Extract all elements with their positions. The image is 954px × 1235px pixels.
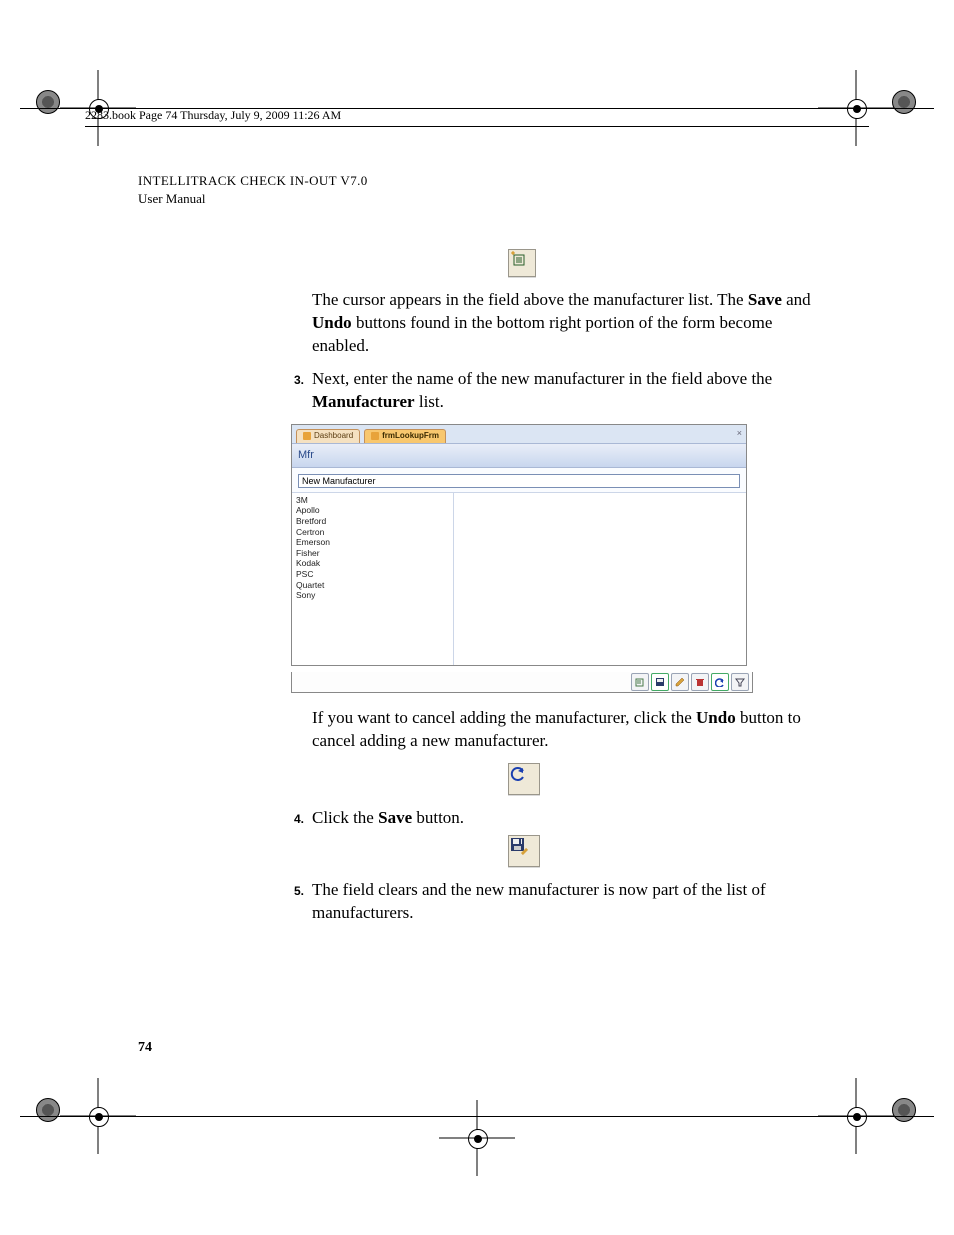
filter-button[interactable] xyxy=(731,673,749,691)
delete-button[interactable] xyxy=(691,673,709,691)
list-item[interactable]: 3M xyxy=(296,495,449,506)
step-3-text: Next, enter the name of the new manufact… xyxy=(312,368,818,414)
list-item[interactable]: Emerson xyxy=(296,537,449,548)
manufacturer-detail-pane xyxy=(454,493,746,665)
edit-button[interactable] xyxy=(671,673,689,691)
manufacturer-form-screenshot: Dashboard frmLookupFrm × Mfr 3MApolloBre… xyxy=(291,424,747,666)
manufacturer-list[interactable]: 3MApolloBretfordCertronEmersonFisherKoda… xyxy=(292,493,454,665)
form-toolbar xyxy=(291,672,753,693)
new-button[interactable] xyxy=(631,673,649,691)
paragraph-cursor-appears: The cursor appears in the field above th… xyxy=(312,289,818,358)
list-item[interactable]: Apollo xyxy=(296,505,449,516)
save-icon xyxy=(508,835,540,867)
book-header-line: 2283.book Page 74 Thursday, July 9, 2009… xyxy=(85,108,341,122)
step-3-number: 3. xyxy=(280,368,304,414)
list-item[interactable]: Kodak xyxy=(296,558,449,569)
list-item[interactable]: PSC xyxy=(296,569,449,580)
list-item[interactable]: Certron xyxy=(296,527,449,538)
manufacturer-name-input[interactable] xyxy=(298,474,740,488)
page-number: 74 xyxy=(138,1040,152,1056)
list-item[interactable]: Sony xyxy=(296,590,449,601)
undo-icon xyxy=(508,763,540,795)
running-subtitle: User Manual xyxy=(138,190,818,208)
save-button[interactable] xyxy=(651,673,669,691)
header-rule xyxy=(85,126,869,127)
tab-dashboard-icon xyxy=(303,432,311,440)
running-title: INTELLITRACK CHECK IN-OUT V7.0 xyxy=(138,172,818,190)
list-item[interactable]: Quartet xyxy=(296,580,449,591)
paragraph-undo-hint: If you want to cancel adding the manufac… xyxy=(312,707,818,753)
list-item[interactable]: Bretford xyxy=(296,516,449,527)
step-5-number: 5. xyxy=(280,879,304,925)
step-5-text: The field clears and the new manufacture… xyxy=(312,879,818,925)
step-4-text: Click the Save button. xyxy=(312,807,818,830)
form-header-mfr: Mfr xyxy=(292,444,746,468)
tab-lookup-form[interactable]: frmLookupFrm xyxy=(364,429,446,443)
tab-close-button[interactable]: × xyxy=(737,427,742,439)
tab-dashboard[interactable]: Dashboard xyxy=(296,429,360,443)
list-item[interactable]: Fisher xyxy=(296,548,449,559)
tab-form-icon xyxy=(371,432,379,440)
new-record-icon xyxy=(508,249,536,277)
step-4-number: 4. xyxy=(280,807,304,830)
undo-button[interactable] xyxy=(711,673,729,691)
